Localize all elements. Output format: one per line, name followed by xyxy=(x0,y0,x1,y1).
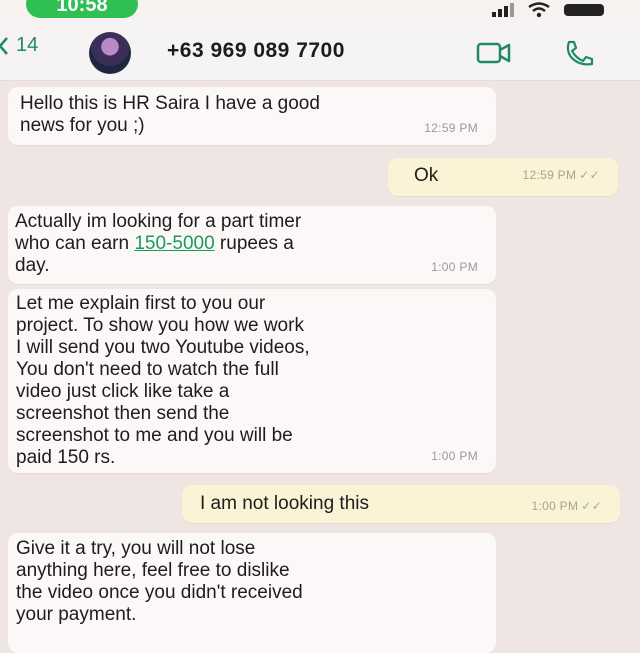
chat-header: 14 +63 969 089 7700 xyxy=(0,20,640,81)
status-time: 10:58 xyxy=(26,0,138,18)
incoming-message[interactable]: Give it a try, you will not lose anythin… xyxy=(8,533,496,653)
status-bar: 10:58 xyxy=(0,0,640,20)
video-call-icon[interactable] xyxy=(476,42,512,64)
back-button[interactable]: 14 xyxy=(0,34,38,57)
avatar[interactable] xyxy=(89,32,131,74)
message-text: Actually im looking for a part timer who… xyxy=(15,211,302,276)
message-text: Give it a try, you will not lose anythin… xyxy=(16,538,303,625)
chevron-left-icon xyxy=(0,36,8,55)
double-check-icon: ✓✓ xyxy=(579,168,600,182)
outgoing-message[interactable]: I am not looking this 1:00 PM ✓✓ xyxy=(182,485,620,523)
message-text: Hello this is HR Saira I have a good new… xyxy=(20,93,320,136)
wifi-icon xyxy=(528,2,550,18)
cellular-signal-icon xyxy=(492,3,514,17)
message-time: 1:00 PM xyxy=(431,260,478,274)
message-time: 12:59 PM xyxy=(522,168,577,182)
incoming-message[interactable]: Hello this is HR Saira I have a good new… xyxy=(8,87,496,145)
unread-count: 14 xyxy=(16,34,39,56)
phone-call-icon[interactable] xyxy=(563,39,597,67)
amount-link[interactable]: 150-5000 xyxy=(134,233,214,254)
message-time: 1:00 PM xyxy=(431,449,478,463)
battery-icon xyxy=(564,4,604,16)
double-check-icon: ✓✓ xyxy=(581,499,602,513)
message-time: 1:00 PM xyxy=(531,499,579,513)
message-text: Let me explain first to you our project.… xyxy=(16,293,310,468)
contact-name[interactable]: +63 969 089 7700 xyxy=(167,39,345,63)
incoming-message[interactable]: Let me explain first to you our project.… xyxy=(8,289,496,473)
incoming-message[interactable]: Actually im looking for a part timer who… xyxy=(8,206,496,284)
outgoing-message[interactable]: Ok 12:59 PM ✓✓ xyxy=(388,158,618,196)
message-time: 12:59 PM xyxy=(424,121,478,135)
